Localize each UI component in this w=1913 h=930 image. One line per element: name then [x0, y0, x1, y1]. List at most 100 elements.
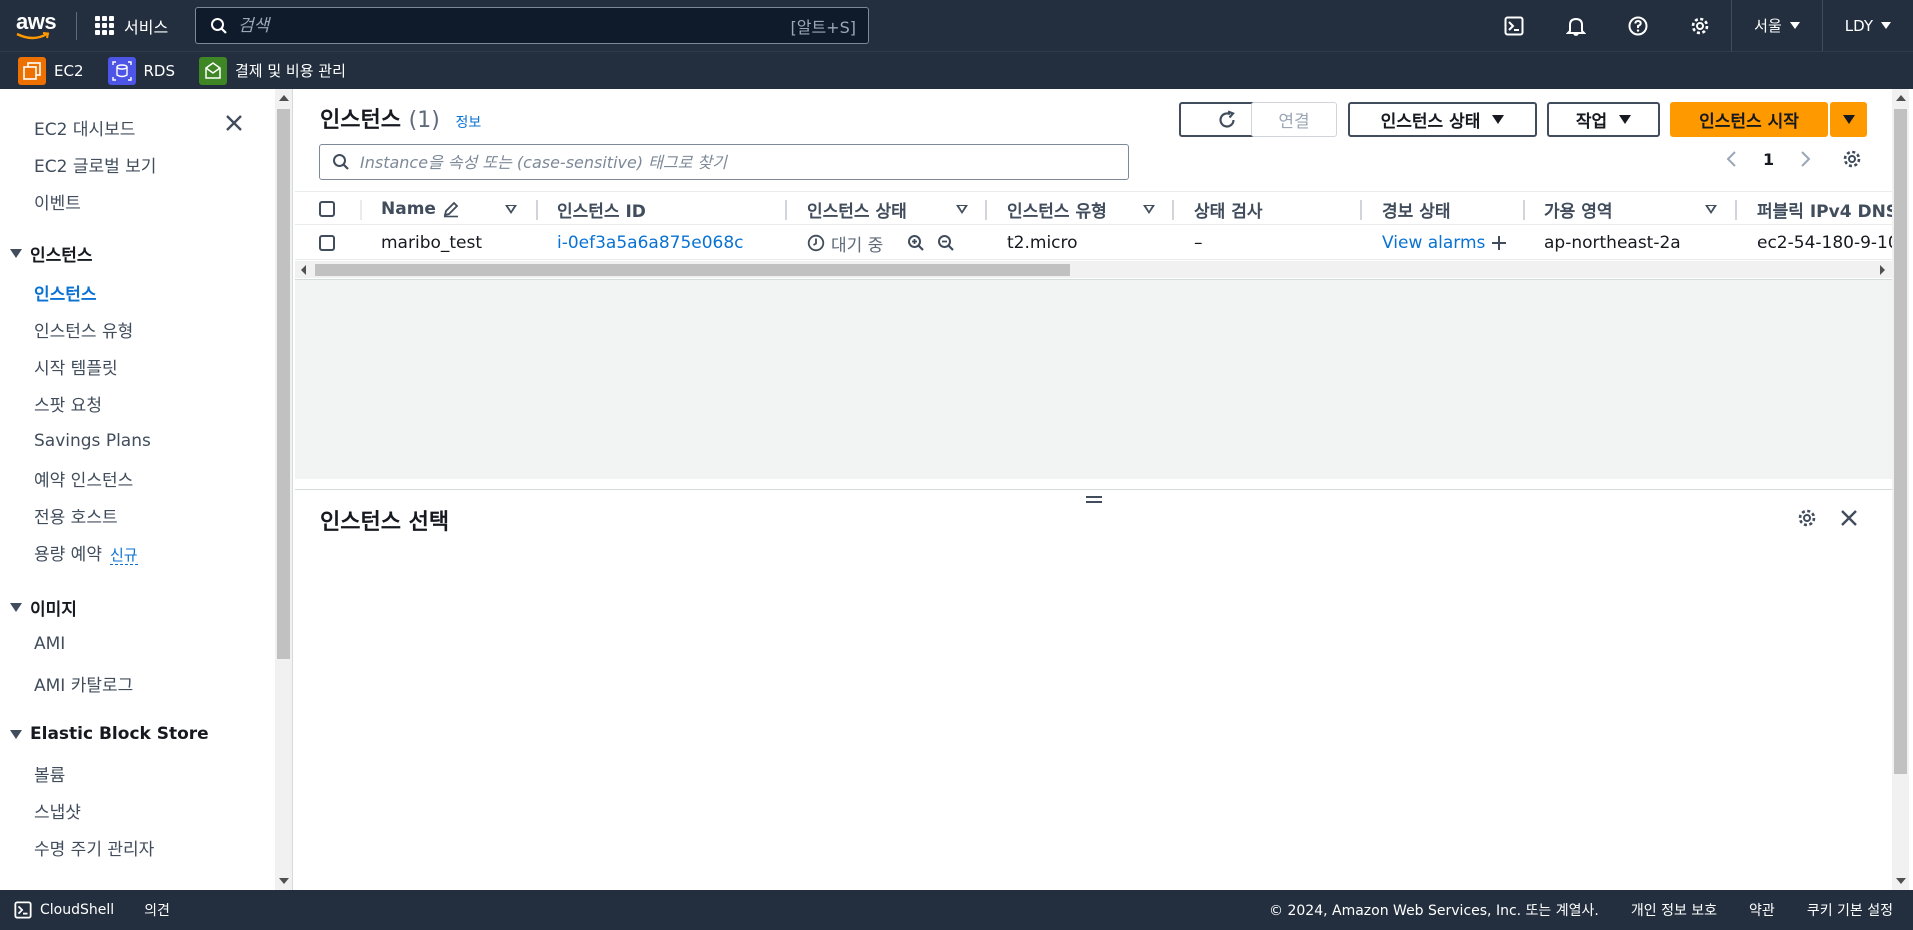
instance-filter-input[interactable]	[360, 152, 1128, 172]
split-panel-close-icon[interactable]	[1840, 509, 1858, 532]
help-button[interactable]	[1607, 0, 1669, 51]
scroll-up-arrow-icon[interactable]	[279, 95, 289, 101]
scroll-right-arrow-icon[interactable]	[1880, 265, 1885, 275]
sort-icon[interactable]	[505, 205, 517, 214]
sidebar-item-capacity-reservations[interactable]: 용량 예약 신규	[34, 540, 138, 565]
sidebar-scrollbar[interactable]	[275, 89, 292, 890]
footer-feedback-link[interactable]: 의견	[144, 900, 170, 920]
column-divider[interactable]	[536, 200, 538, 220]
column-divider[interactable]	[1523, 200, 1525, 220]
column-header-public-dns[interactable]: 퍼블릭 IPv4 DNS	[1757, 192, 1898, 226]
split-panel-resize-handle[interactable]	[1086, 496, 1102, 506]
sidebar-item-dedicated-hosts[interactable]: 전용 호스트	[34, 503, 118, 528]
region-selector[interactable]: 서울	[1731, 0, 1822, 51]
scroll-left-arrow-icon[interactable]	[301, 265, 306, 275]
info-link[interactable]: 정보	[455, 115, 481, 131]
sidebar-item-volumes[interactable]: 볼륨	[34, 761, 65, 786]
sidebar-scroll-thumb[interactable]	[277, 109, 290, 659]
footer-privacy-link[interactable]: 개인 정보 보호	[1631, 900, 1717, 920]
search-input[interactable]	[238, 15, 791, 36]
main-scroll-thumb[interactable]	[1894, 109, 1907, 774]
column-header-instance-state[interactable]: 인스턴스 상태	[807, 192, 907, 226]
cloudshell-button[interactable]	[1483, 0, 1545, 51]
help-icon	[1628, 16, 1648, 35]
favorite-billing[interactable]: 결제 및 비용 관리	[199, 56, 346, 85]
instance-filter[interactable]	[319, 144, 1129, 180]
table-empty-area	[295, 279, 1892, 479]
sidebar-item-instances[interactable]: 인스턴스	[34, 280, 97, 305]
select-all-checkbox[interactable]	[319, 201, 335, 217]
split-panel-preferences-gear-icon[interactable]	[1797, 508, 1817, 533]
sidebar-item-savings-plans[interactable]: Savings Plans	[34, 431, 151, 451]
sidebar-item-ami[interactable]: AMI	[34, 634, 65, 654]
column-divider[interactable]	[985, 200, 987, 220]
sort-icon[interactable]	[1705, 205, 1717, 214]
scroll-up-arrow-icon[interactable]	[1896, 95, 1906, 101]
row-select-checkbox[interactable]	[319, 235, 335, 251]
favorite-rds-label: RDS	[143, 61, 176, 80]
column-header-status-check[interactable]: 상태 검사	[1194, 192, 1262, 226]
sidebar-item-launch-templates[interactable]: 시작 템플릿	[34, 354, 118, 379]
column-divider[interactable]	[1735, 200, 1737, 220]
sidebar-item-ec2-global-view[interactable]: EC2 글로벌 보기	[34, 152, 156, 177]
chevron-right-icon[interactable]	[1800, 150, 1812, 168]
main-vertical-scrollbar[interactable]	[1892, 89, 1909, 890]
cell-instance-id-link[interactable]: i-0ef3a5a6a875e068c	[557, 226, 744, 260]
settings-button[interactable]	[1669, 0, 1731, 51]
services-menu-button[interactable]: 서비스	[95, 14, 168, 38]
column-header-alarm-status[interactable]: 경보 상태	[1382, 192, 1450, 226]
sidebar-item-lifecycle-manager[interactable]: 수명 주기 관리자	[34, 835, 154, 860]
table-horizontal-scrollbar[interactable]	[295, 261, 1892, 278]
launch-options-dropdown[interactable]	[1830, 102, 1867, 137]
table-scroll-thumb[interactable]	[315, 264, 1070, 276]
caret-down-icon	[10, 729, 22, 739]
sort-icon[interactable]	[1143, 205, 1155, 214]
search-shortcut-hint: [알트+S]	[790, 17, 857, 37]
column-header-name[interactable]: Name	[381, 192, 460, 226]
sidebar-section-images[interactable]: 이미지	[10, 595, 77, 620]
sidebar-item-events[interactable]: 이벤트	[34, 189, 81, 214]
sidebar-item-reserved-instances[interactable]: 예약 인스턴스	[34, 466, 133, 491]
favorite-ec2[interactable]: EC2	[18, 56, 84, 85]
page-number[interactable]: 1	[1763, 150, 1774, 169]
sidebar-section-instances[interactable]: 인스턴스	[10, 241, 93, 266]
scroll-down-arrow-icon[interactable]	[279, 878, 289, 884]
column-divider[interactable]	[785, 200, 787, 220]
sort-icon[interactable]	[956, 205, 968, 214]
aws-logo[interactable]: aws	[16, 9, 57, 43]
main-content: 인스턴스 (1) 정보 연결 인스턴스 상태 작업 인스턴스 시작 1	[295, 89, 1909, 890]
global-search[interactable]: [알트+S]	[195, 7, 869, 44]
launch-instances-button[interactable]: 인스턴스 시작	[1670, 102, 1828, 137]
column-header-availability-zone[interactable]: 가용 영역	[1544, 192, 1612, 226]
table-preferences-gear-icon[interactable]	[1842, 149, 1862, 169]
footer-cookies-link[interactable]: 쿠키 기본 설정	[1807, 900, 1893, 920]
table-row[interactable]: maribo_test i-0ef3a5a6a875e068c 대기 중 t2.…	[295, 226, 1899, 260]
scroll-down-arrow-icon[interactable]	[1896, 878, 1906, 884]
chevron-left-icon[interactable]	[1725, 150, 1737, 168]
footer-cloudshell-button[interactable]: CloudShell	[14, 901, 114, 919]
sidebar-section-ebs[interactable]: Elastic Block Store	[10, 724, 209, 744]
zoom-in-icon[interactable]	[907, 234, 925, 252]
instance-state-dropdown[interactable]: 인스턴스 상태	[1348, 102, 1537, 137]
column-divider[interactable]	[1360, 200, 1362, 220]
view-alarms-link[interactable]: View alarms	[1382, 226, 1507, 260]
column-divider[interactable]	[1172, 200, 1174, 220]
column-header-instance-type[interactable]: 인스턴스 유형	[1007, 192, 1107, 226]
plus-icon[interactable]	[1491, 235, 1507, 251]
sidebar-item-spot-requests[interactable]: 스팟 요청	[34, 391, 102, 416]
close-sidebar-icon[interactable]	[225, 114, 243, 137]
sidebar-item-snapshots[interactable]: 스냅샷	[34, 798, 81, 823]
account-menu[interactable]: LDY	[1821, 0, 1913, 51]
sidebar-item-instance-types[interactable]: 인스턴스 유형	[34, 317, 133, 342]
zoom-out-icon[interactable]	[937, 234, 955, 252]
column-header-instance-id[interactable]: 인스턴스 ID	[557, 192, 646, 226]
sidebar-item-ami-catalog[interactable]: AMI 카탈로그	[34, 671, 133, 696]
sidebar-item-ec2-dashboard[interactable]: EC2 대시보드	[34, 115, 135, 140]
favorite-rds[interactable]: RDS	[107, 56, 176, 85]
notifications-button[interactable]	[1545, 0, 1607, 51]
footer-terms-link[interactable]: 약관	[1749, 900, 1775, 920]
split-panel-title: 인스턴스 선택	[320, 510, 450, 535]
cell-instance-type: t2.micro	[1007, 233, 1078, 253]
actions-dropdown[interactable]: 작업	[1547, 102, 1660, 137]
connect-button[interactable]: 연결	[1251, 102, 1337, 137]
